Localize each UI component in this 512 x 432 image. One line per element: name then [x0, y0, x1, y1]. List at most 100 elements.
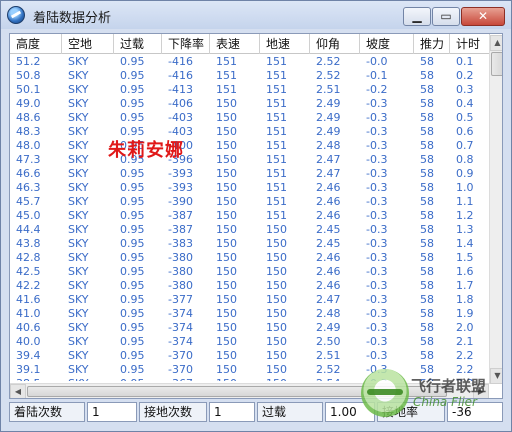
- table-cell: SKY: [68, 97, 89, 110]
- table-row[interactable]: 51.2 SKY 0.95 -416 151 151 2.52 -0.0 58 0.1: [10, 55, 490, 69]
- table-row[interactable]: 44.4 SKY 0.95 -387 150 150 2.45 -0.3 58 1.3: [10, 223, 490, 237]
- table-cell: 58: [420, 139, 434, 152]
- table-cell: 58: [420, 321, 434, 334]
- table-row[interactable]: 39.4 SKY 0.95 -370 150 150 2.51 -0.3 58 2.2: [10, 349, 490, 363]
- table-row[interactable]: 45.0 SKY 0.95 -387 150 151 2.46 -0.3 58 1.2: [10, 209, 490, 223]
- table-row[interactable]: 46.3 SKY 0.95 -393 150 151 2.46 -0.3 58 1.0: [10, 181, 490, 195]
- table-cell: SKY: [68, 209, 89, 222]
- table-cell: -0.3: [366, 111, 388, 124]
- table-cell: 151: [216, 83, 237, 96]
- table-row[interactable]: 42.8 SKY 0.95 -380 150 150 2.46 -0.3 58 1.5: [10, 251, 490, 265]
- table-cell: 151: [266, 69, 287, 82]
- table-cell: 46.3: [16, 181, 41, 194]
- table-cell: SKY: [68, 251, 89, 264]
- table-cell: 1.9: [456, 307, 474, 320]
- table-row[interactable]: 45.7 SKY 0.95 -390 150 151 2.46 -0.3 58 1.1: [10, 195, 490, 209]
- scroll-left-icon[interactable]: ◀: [10, 384, 26, 398]
- table-cell: SKY: [68, 363, 89, 376]
- table-row[interactable]: 49.0 SKY 0.95 -406 150 151 2.49 -0.3 58 0.4: [10, 97, 490, 111]
- table-cell: 151: [266, 125, 287, 138]
- table-cell: 1.0: [456, 181, 474, 194]
- column-header[interactable]: 表速: [210, 34, 260, 54]
- column-header[interactable]: 地速: [260, 34, 310, 54]
- table-row[interactable]: 47.3 SKY 0.95 -396 150 151 2.47 -0.3 58 0.8: [10, 153, 490, 167]
- table-row[interactable]: 42.5 SKY 0.95 -380 150 150 2.46 -0.3 58 1.6: [10, 265, 490, 279]
- table-row[interactable]: 43.8 SKY 0.95 -383 150 150 2.45 -0.3 58 1.4: [10, 237, 490, 251]
- table-row[interactable]: 46.6 SKY 0.95 -393 150 151 2.47 -0.3 58 0.9: [10, 167, 490, 181]
- table-cell: 2.47: [316, 167, 341, 180]
- table-cell: 58: [420, 111, 434, 124]
- table-cell: 45.0: [16, 209, 41, 222]
- table-row[interactable]: 40.6 SKY 0.95 -374 150 150 2.49 -0.3 58 2.0: [10, 321, 490, 335]
- table-cell: 41.6: [16, 293, 41, 306]
- table-cell: 0.95: [120, 209, 145, 222]
- table-cell: 58: [420, 335, 434, 348]
- table-cell: -406: [168, 97, 193, 110]
- column-header[interactable]: 仰角: [310, 34, 360, 54]
- minimize-button[interactable]: ▁: [403, 7, 431, 26]
- table-cell: 0.95: [120, 237, 145, 250]
- table-cell: 151: [266, 181, 287, 194]
- column-header[interactable]: 计时: [450, 34, 490, 54]
- table-cell: 0.8: [456, 153, 474, 166]
- table-cell: -0.2: [366, 83, 388, 96]
- table-cell: 0.95: [120, 195, 145, 208]
- table-cell: 150: [216, 279, 237, 292]
- table-cell: 0.95: [120, 279, 145, 292]
- table-cell: 39.4: [16, 349, 41, 362]
- table-cell: 2.2: [456, 349, 474, 362]
- table-cell: -374: [168, 335, 193, 348]
- table-cell: 1.6: [456, 265, 474, 278]
- table-cell: SKY: [68, 83, 89, 96]
- table-cell: 150: [216, 223, 237, 236]
- table-cell: 0.95: [120, 307, 145, 320]
- data-table: 高度 空地 过载 下降率 表速 地速 仰角 坡度 推力 计时 51.2 SKY 0.95 -416 151…: [9, 33, 503, 399]
- table-cell: SKY: [64, 377, 116, 381]
- table-cell: 58: [420, 279, 434, 292]
- table-row[interactable]: 50.8 SKY 0.95 -416 151 151 2.52 -0.1 58 0.2: [10, 69, 490, 83]
- table-cell: 58: [420, 167, 434, 180]
- table-body[interactable]: 51.2 SKY 0.95 -416 151 151 2.52 -0.0 58 0.1 50.8 SK…: [10, 55, 490, 381]
- table-row[interactable]: 48.6 SKY 0.95 -403 150 151 2.49 -0.3 58 0.5: [10, 111, 490, 125]
- title-bar[interactable]: 着陆数据分析 ▁ ▭ ✕: [1, 1, 511, 29]
- scroll-up-icon[interactable]: ▲: [490, 35, 502, 51]
- table-row[interactable]: 40.0 SKY 0.95 -374 150 150 2.50 -0.3 58 2.1: [10, 335, 490, 349]
- table-cell: -0.0: [366, 55, 388, 68]
- table-cell: 0.95: [120, 167, 145, 180]
- column-header[interactable]: 高度: [10, 34, 62, 54]
- table-cell: 58: [420, 209, 434, 222]
- column-header[interactable]: 推力: [414, 34, 450, 54]
- column-header[interactable]: 空地: [62, 34, 114, 54]
- table-row[interactable]: 50.1 SKY 0.95 -413 151 151 2.51 -0.2 58 0.3: [10, 83, 490, 97]
- table-cell: 150: [216, 153, 237, 166]
- table-row[interactable]: 41.0 SKY 0.95 -374 150 150 2.48 -0.3 58 1.9: [10, 307, 490, 321]
- table-cell: 150: [266, 335, 287, 348]
- table-cell: 39.1: [16, 363, 41, 376]
- table-cell: -370: [168, 363, 193, 376]
- table-cell: 150: [266, 279, 287, 292]
- table-cell: 58: [420, 83, 434, 96]
- maximize-button[interactable]: ▭: [432, 7, 460, 26]
- table-cell: 0.95: [120, 363, 145, 376]
- table-row[interactable]: 48.3 SKY 0.95 -403 150 151 2.49 -0.3 58 0.6: [10, 125, 490, 139]
- table-cell: 151: [266, 55, 287, 68]
- column-header[interactable]: 过载: [114, 34, 162, 54]
- table-cell: SKY: [68, 167, 89, 180]
- table-row[interactable]: 41.6 SKY 0.95 -377 150 150 2.47 -0.3 58 1.8: [10, 293, 490, 307]
- column-header[interactable]: 坡度: [360, 34, 414, 54]
- table-cell: 58: [420, 251, 434, 264]
- table-cell: 58: [420, 293, 434, 306]
- table-cell: 58: [420, 97, 434, 110]
- vertical-scrollbar[interactable]: ▲ ▼: [489, 35, 502, 384]
- table-cell: 43.8: [16, 237, 41, 250]
- table-row[interactable]: 42.2 SKY 0.95 -380 150 150 2.46 -0.3 58 1.7: [10, 279, 490, 293]
- table-cell: 58: [420, 307, 434, 320]
- close-button[interactable]: ✕: [461, 7, 505, 26]
- column-header[interactable]: 下降率: [162, 34, 210, 54]
- vertical-scroll-thumb[interactable]: [491, 52, 502, 76]
- table-cell: 150: [216, 195, 237, 208]
- table-cell: 1.1: [456, 195, 474, 208]
- table-cell: 0.95: [120, 83, 145, 96]
- table-cell: 2.1: [456, 335, 474, 348]
- table-row[interactable]: 48.0 SKY 0.95 -400 150 151 2.48 -0.3 58 0.7: [10, 139, 490, 153]
